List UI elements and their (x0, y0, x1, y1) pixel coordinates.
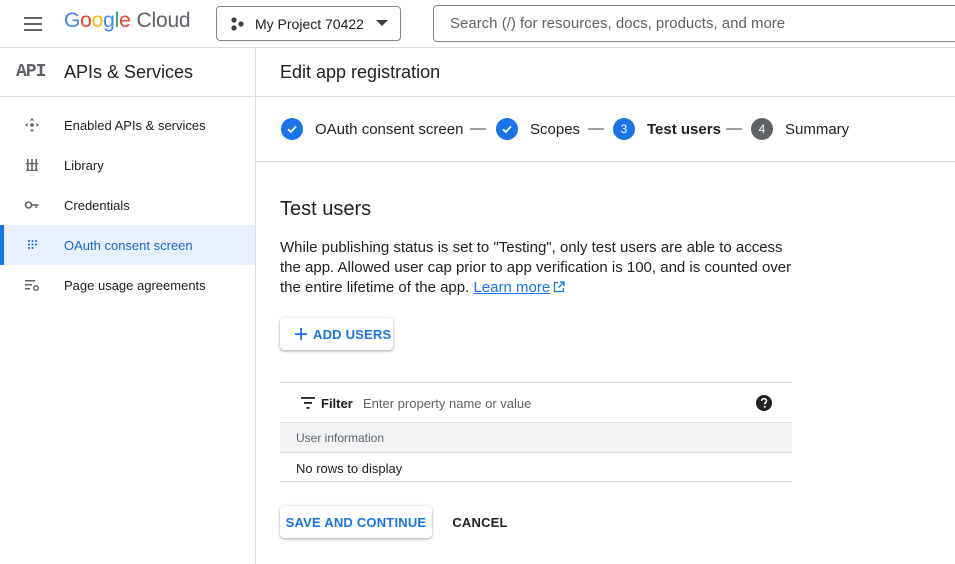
filter-label: Filter (321, 396, 353, 411)
sidebar-item-oauth-consent-screen[interactable]: OAuth consent screen (0, 225, 255, 265)
step-summary[interactable]: 4 Summary (751, 118, 849, 140)
logo-letter: G (64, 9, 81, 32)
sidebar-item-enabled-apis[interactable]: Enabled APIs & services (0, 105, 255, 145)
checkmark-icon (496, 118, 518, 140)
main-content: Edit app registration OAuth consent scre… (256, 48, 955, 564)
test-users-table: Filter User information No rows to displ… (280, 382, 792, 482)
library-icon (26, 159, 38, 171)
sidebar-item-label: Page usage agreements (64, 278, 206, 293)
sidebar-item-label: Enabled APIs & services (64, 118, 206, 133)
add-users-button[interactable]: ADD USERS (280, 318, 393, 350)
sidebar-item-label: OAuth consent screen (64, 238, 193, 253)
save-and-continue-button[interactable]: SAVE AND CONTINUE (280, 506, 432, 538)
chevron-down-icon (376, 20, 388, 26)
sidebar-title: APIs & Services (64, 62, 194, 82)
filter-icon (301, 397, 315, 409)
plus-icon (295, 328, 307, 340)
help-icon[interactable] (756, 395, 772, 411)
google-cloud-logo[interactable]: Go o g l e Cloud (64, 9, 191, 39)
logo-product-name: Cloud (136, 9, 191, 32)
step-connector (588, 128, 604, 130)
top-bar: Go o g l e Cloud My Project 70422 (0, 0, 955, 48)
step-label: OAuth consent screen (315, 120, 464, 138)
enabled-apis-icon (25, 118, 39, 132)
add-users-label: ADD USERS (313, 327, 392, 342)
step-label: Test users (647, 120, 721, 138)
logo-letter: o (80, 9, 92, 32)
sidebar-item-library[interactable]: Library (0, 145, 255, 185)
step-connector (726, 128, 742, 130)
filter-input[interactable] (363, 393, 743, 413)
sidebar-item-label: Library (64, 158, 104, 173)
logo-letter: g (103, 9, 115, 32)
sidebar-header: API APIs & Services (0, 48, 255, 97)
filter-bar: Filter (280, 382, 792, 423)
search-input[interactable] (433, 5, 955, 42)
project-name: My Project 70422 (255, 15, 364, 32)
sidebar: API APIs & Services Enabled APIs & servi… (0, 48, 256, 564)
description: While publishing status is set to "Testi… (280, 238, 800, 298)
checkmark-icon (281, 118, 303, 140)
section-title: Test users (280, 198, 372, 220)
learn-more-link[interactable]: Learn more (473, 279, 550, 296)
step-number: 3 (613, 118, 635, 140)
step-scopes[interactable]: Scopes (496, 118, 580, 140)
stepper: OAuth consent screen Scopes 3 Test users… (256, 97, 955, 162)
oauth-grid-icon (28, 240, 37, 249)
sidebar-nav: Enabled APIs & services Library Credenti… (0, 105, 255, 305)
settings-list-icon (25, 280, 39, 291)
step-label: Summary (785, 120, 850, 138)
hamburger-menu-icon[interactable] (22, 13, 44, 35)
project-hierarchy-icon (231, 16, 244, 31)
sidebar-item-page-usage-agreements[interactable]: Page usage agreements (0, 265, 255, 305)
table-header-row: User information (280, 423, 792, 453)
project-selector[interactable]: My Project 70422 (216, 6, 401, 41)
step-connector (470, 128, 486, 130)
step-oauth-consent-screen[interactable]: OAuth consent screen (281, 118, 463, 140)
logo-letter: e (119, 9, 131, 32)
page-title-bar: Edit app registration (256, 48, 955, 97)
step-test-users[interactable]: 3 Test users (613, 118, 721, 140)
empty-state-text: No rows to display (296, 461, 403, 476)
cancel-button[interactable]: CANCEL (442, 506, 518, 538)
key-icon (24, 201, 39, 209)
column-header-user-information[interactable]: User information (296, 431, 384, 445)
sidebar-item-credentials[interactable]: Credentials (0, 185, 255, 225)
api-logo-icon: API (16, 62, 46, 82)
step-label: Scopes (530, 120, 581, 138)
external-link-icon (554, 281, 565, 293)
table-empty-row: No rows to display (280, 453, 792, 482)
logo-letter: o (91, 9, 104, 32)
page-title: Edit app registration (280, 62, 441, 82)
step-number: 4 (751, 118, 773, 140)
sidebar-item-label: Credentials (64, 198, 130, 213)
